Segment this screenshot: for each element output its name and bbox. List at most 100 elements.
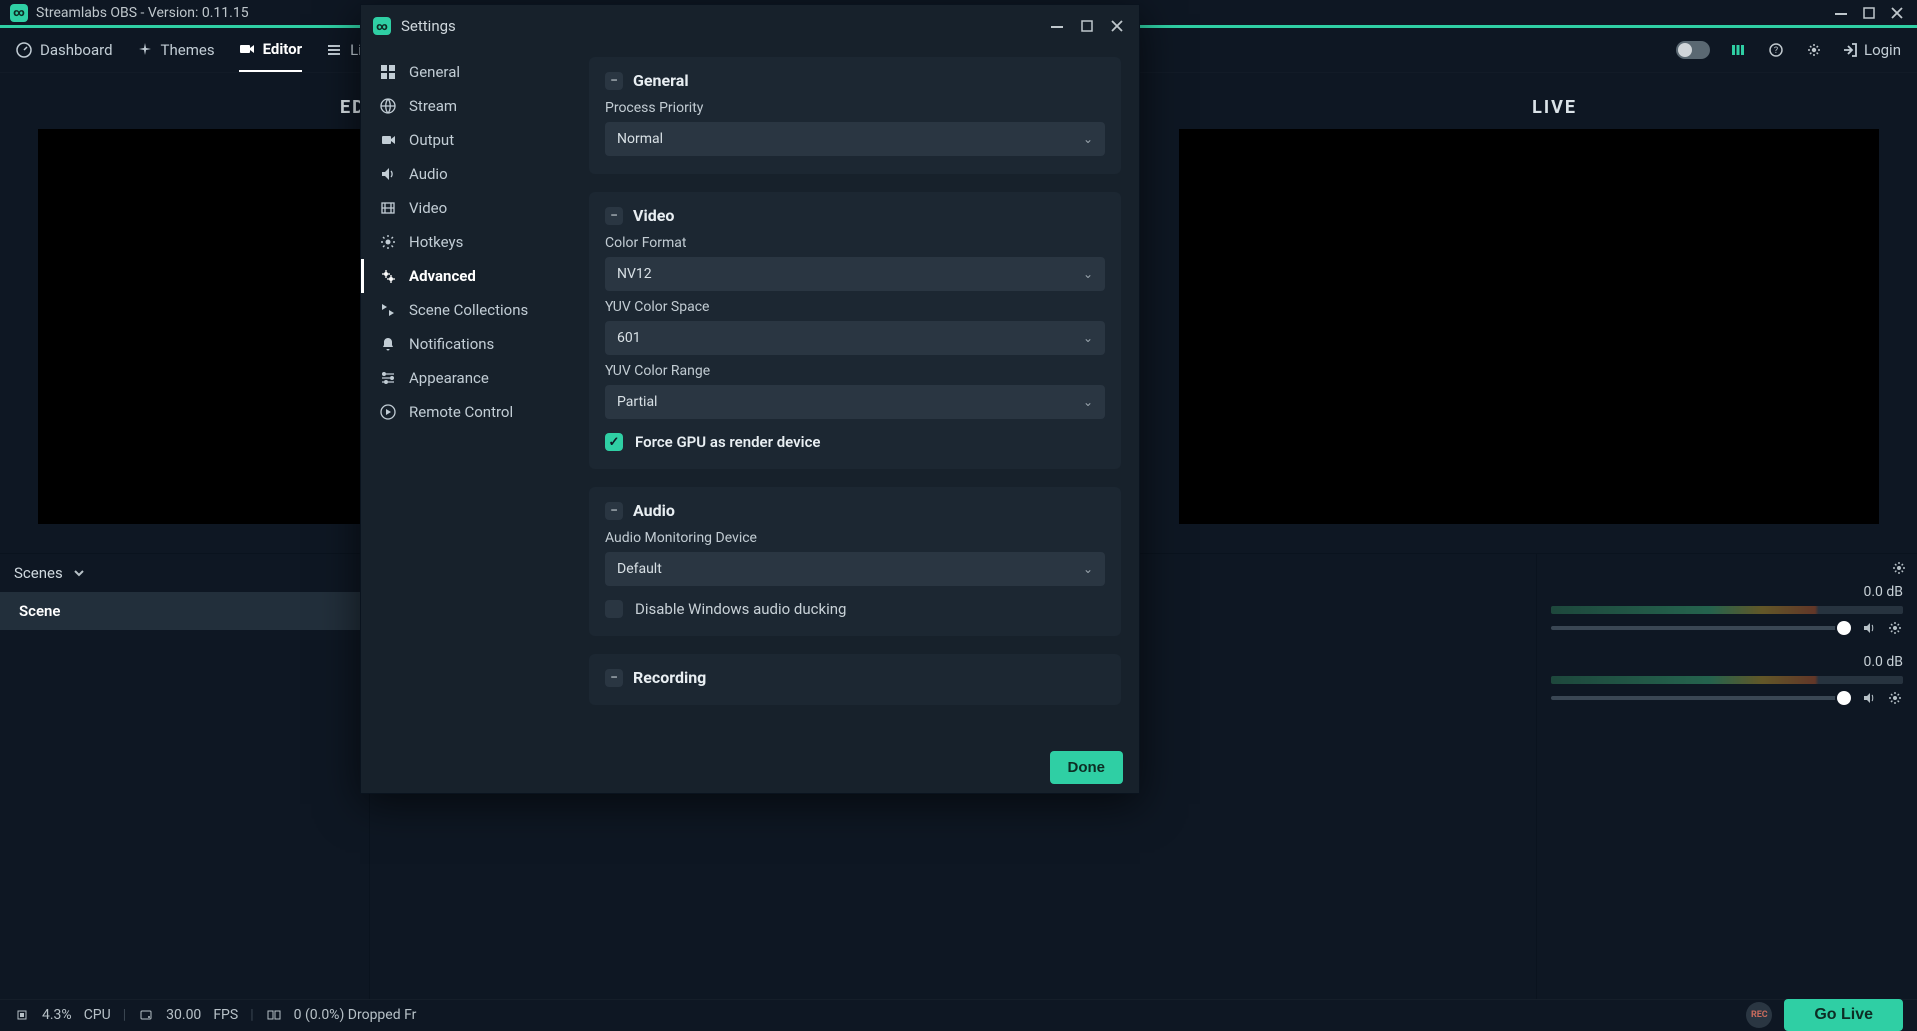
- sidebar-item-notifications[interactable]: Notifications: [361, 327, 579, 361]
- ducking-row[interactable]: Disable Windows audio ducking: [605, 600, 1105, 618]
- sidebar-item-scene-collections[interactable]: Scene Collections: [361, 293, 579, 327]
- collapse-button[interactable]: −: [605, 207, 623, 225]
- chevron-down-icon[interactable]: [71, 565, 87, 581]
- audio-monitor-select[interactable]: Default ⌄: [605, 552, 1105, 586]
- settings-content[interactable]: − General Process Priority Normal ⌄ − Vi…: [579, 47, 1139, 741]
- collapse-button[interactable]: −: [605, 669, 623, 687]
- nav-dashboard[interactable]: Dashboard: [16, 28, 113, 72]
- select-value: NV12: [617, 266, 652, 282]
- app-logo-icon: ∞: [373, 17, 391, 35]
- force-gpu-checkbox[interactable]: [605, 433, 623, 451]
- sidebar-item-advanced[interactable]: Advanced: [361, 259, 579, 293]
- play-circle-icon: [379, 403, 397, 421]
- settings-footer: Done: [361, 741, 1139, 793]
- done-button[interactable]: Done: [1050, 751, 1124, 784]
- go-live-button[interactable]: Go Live: [1784, 999, 1903, 1031]
- sidebar-label: Scene Collections: [409, 301, 528, 319]
- speaker-icon: [379, 165, 397, 183]
- section-title: Audio: [633, 501, 675, 520]
- close-icon[interactable]: [1887, 3, 1907, 23]
- scenes-list: Scene: [0, 592, 369, 999]
- force-gpu-row[interactable]: Force GPU as render device: [605, 433, 1105, 451]
- section-audio: − Audio Audio Monitoring Device Default …: [589, 487, 1121, 636]
- settings-gear-icon[interactable]: [1804, 40, 1824, 60]
- cpu-icon: [14, 1007, 30, 1023]
- volume-slider[interactable]: [1551, 696, 1851, 700]
- sidebar-item-appearance[interactable]: Appearance: [361, 361, 579, 395]
- maximize-icon[interactable]: [1859, 3, 1879, 23]
- scenes-label: Scenes: [14, 564, 63, 582]
- sidebar-item-audio[interactable]: Audio: [361, 157, 579, 191]
- modal-maximize-icon[interactable]: [1077, 16, 1097, 36]
- settings-modal: ∞ Settings General Stream Output Audio: [360, 4, 1140, 794]
- sidebar-item-video[interactable]: Video: [361, 191, 579, 225]
- cpu-label: CPU: [84, 1007, 111, 1023]
- ducking-checkbox[interactable]: [605, 600, 623, 618]
- section-general: − General Process Priority Normal ⌄: [589, 57, 1121, 174]
- mixer-panel: 0.0 dB 0.0 dB: [1537, 554, 1917, 999]
- gears-icon: [379, 267, 397, 285]
- sidebar-label: Notifications: [409, 335, 494, 353]
- grid-icon: [379, 63, 397, 81]
- help-icon[interactable]: ?: [1766, 40, 1786, 60]
- process-priority-select[interactable]: Normal ⌄: [605, 122, 1105, 156]
- sparkle-icon: [137, 42, 153, 58]
- section-title: General: [633, 71, 689, 90]
- sidebar-item-stream[interactable]: Stream: [361, 89, 579, 123]
- sidebar-label: General: [409, 63, 460, 81]
- film-icon: [379, 199, 397, 217]
- dropped-frames: 0 (0.0%) Dropped Fr: [294, 1007, 417, 1023]
- gear-icon: [379, 233, 397, 251]
- sidebar-item-general[interactable]: General: [361, 55, 579, 89]
- settings-title: Settings: [401, 17, 456, 35]
- chevron-down-icon: ⌄: [1083, 395, 1093, 409]
- window-title: Streamlabs OBS - Version: 0.11.15: [36, 5, 249, 21]
- sidebar-item-remote-control[interactable]: Remote Control: [361, 395, 579, 429]
- yuv-range-select[interactable]: Partial ⌄: [605, 385, 1105, 419]
- modal-minimize-icon[interactable]: [1047, 16, 1067, 36]
- collapse-button[interactable]: −: [605, 72, 623, 90]
- color-format-select[interactable]: NV12 ⌄: [605, 257, 1105, 291]
- sidebar-label: Advanced: [409, 267, 476, 285]
- live-preview[interactable]: [1179, 129, 1879, 524]
- speaker-icon[interactable]: [1861, 620, 1877, 636]
- channel-gear-icon[interactable]: [1887, 690, 1903, 706]
- bars-icon[interactable]: [1728, 40, 1748, 60]
- speaker-icon[interactable]: [1861, 690, 1877, 706]
- audio-meter: [1551, 676, 1903, 684]
- mixer-channel: 0.0 dB: [1537, 648, 1917, 718]
- chevron-down-icon: ⌄: [1083, 267, 1093, 281]
- list-icon: [326, 42, 342, 58]
- audio-meter: [1551, 606, 1903, 614]
- globe-icon: [379, 97, 397, 115]
- modal-close-icon[interactable]: [1107, 16, 1127, 36]
- mixer-gear-icon[interactable]: [1891, 560, 1907, 576]
- nav-label: Dashboard: [40, 41, 113, 59]
- select-value: 601: [617, 330, 641, 346]
- channel-gear-icon[interactable]: [1887, 620, 1903, 636]
- disk-icon: [138, 1007, 154, 1023]
- chevron-down-icon: ⌄: [1083, 562, 1093, 576]
- live-section-title: LIVE: [1532, 97, 1577, 118]
- sidebar-label: Stream: [409, 97, 457, 115]
- status-bar: 4.3% CPU | 30.00 FPS | 0 (0.0%) Dropped …: [0, 999, 1917, 1029]
- sidebar-label: Hotkeys: [409, 233, 463, 251]
- scenes-panel: Scenes Scene: [0, 554, 370, 999]
- collapse-button[interactable]: −: [605, 502, 623, 520]
- nav-editor[interactable]: Editor: [239, 28, 303, 72]
- rec-label: REC: [1751, 1010, 1768, 1020]
- theme-toggle[interactable]: [1676, 41, 1710, 59]
- volume-slider[interactable]: [1551, 626, 1851, 630]
- field-label: Audio Monitoring Device: [605, 530, 1105, 546]
- sidebar-item-output[interactable]: Output: [361, 123, 579, 157]
- login-button[interactable]: Login: [1842, 41, 1901, 59]
- svg-text:?: ?: [1774, 46, 1778, 56]
- scene-item[interactable]: Scene: [0, 592, 369, 630]
- sidebar-item-hotkeys[interactable]: Hotkeys: [361, 225, 579, 259]
- field-label: Process Priority: [605, 100, 1105, 116]
- field-label: YUV Color Range: [605, 363, 1105, 379]
- nav-themes[interactable]: Themes: [137, 28, 215, 72]
- record-button[interactable]: REC: [1746, 1002, 1772, 1028]
- yuv-space-select[interactable]: 601 ⌄: [605, 321, 1105, 355]
- minimize-icon[interactable]: [1831, 3, 1851, 23]
